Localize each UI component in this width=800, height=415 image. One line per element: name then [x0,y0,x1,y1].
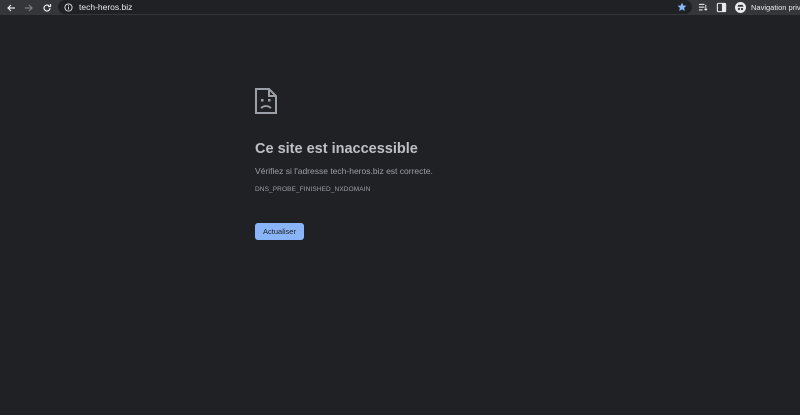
back-button[interactable] [4,1,18,15]
incognito-icon [735,1,746,13]
reading-list-icon[interactable] [697,1,709,13]
site-info-icon[interactable] [64,2,73,12]
incognito-label: Navigation privée [751,2,800,12]
browser-toolbar: tech-heros.biz Navigation privée [0,0,800,15]
reload-button[interactable]: Actualiser [255,223,304,240]
side-panel-icon[interactable] [715,1,727,13]
reload-page-button[interactable] [40,1,54,15]
url-text[interactable]: tech-heros.biz [79,0,132,14]
toolbar-right: Navigation privée [697,0,800,14]
arrow-right-icon [25,4,33,11]
incognito-indicator[interactable]: Navigation privée [735,1,800,13]
error-title: Ce site est inaccessible [255,141,418,157]
forward-button[interactable] [22,1,36,15]
bookmark-star-icon[interactable] [677,2,687,12]
error-code: DNS_PROBE_FINISHED_NXDOMAIN [255,186,371,193]
arrow-left-icon [7,4,15,11]
refresh-icon [43,3,52,12]
address-bar[interactable]: tech-heros.biz [58,0,692,14]
error-message: Vérifiez si l'adresse tech-heros.biz est… [255,166,433,176]
sad-page-icon [255,88,277,114]
error-page: Ce site est inaccessible Vérifiez si l'a… [255,88,675,240]
